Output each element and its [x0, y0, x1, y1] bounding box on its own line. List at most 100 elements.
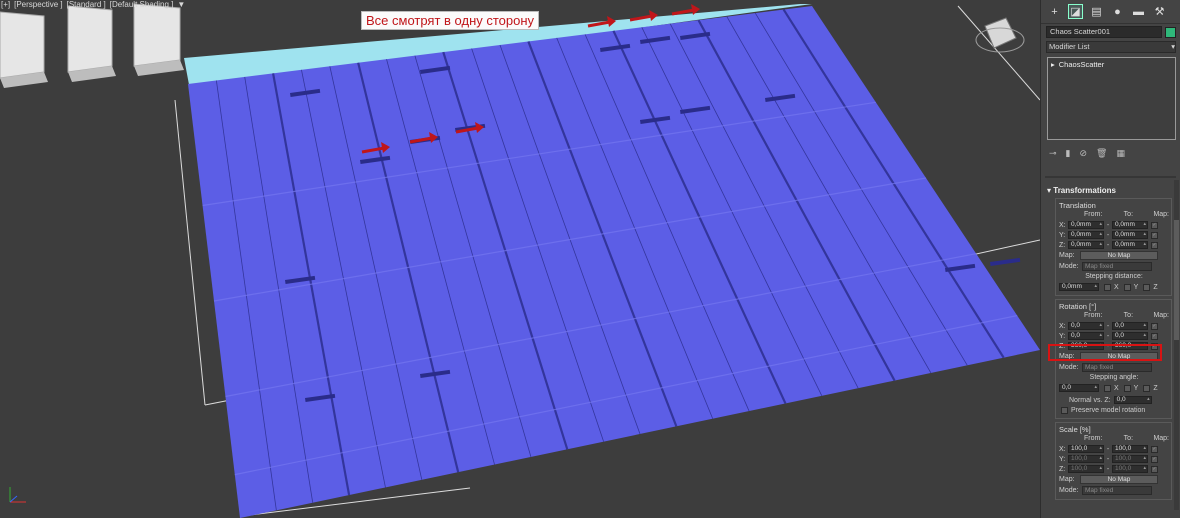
scale-row-x: X: 100,0 - 100,0 ✓: [1059, 444, 1169, 454]
rollout-title[interactable]: ▾ Transformations: [1047, 186, 1176, 195]
translation-row-y: Y: 0,0mm - 0,0mm ✓: [1059, 230, 1169, 240]
translation-x-to[interactable]: 0,0mm: [1112, 221, 1148, 229]
map-label: Map:: [1059, 353, 1075, 360]
annotation-text: Все смотрят в одну сторону: [361, 11, 540, 30]
viewport-view-menu[interactable]: [Perspective ]: [13, 0, 63, 12]
pin-stack-icon[interactable]: ⊸: [1049, 148, 1057, 159]
step-x-label: X: [1114, 283, 1119, 291]
rotation-x-map-checkbox[interactable]: ✓: [1151, 322, 1158, 330]
scale-mode-dropdown[interactable]: Map fixed: [1082, 486, 1152, 495]
translation-y-from[interactable]: 0,0mm: [1068, 231, 1104, 239]
angle-z-checkbox[interactable]: [1143, 384, 1151, 392]
map-header: Map:: [1153, 312, 1169, 319]
rotation-z-to[interactable]: 360,0: [1112, 342, 1148, 350]
translation-x-map-checkbox[interactable]: ✓: [1151, 221, 1158, 229]
stack-toolbar: ⊸ ▮ ⊘ 🗑 ▦: [1049, 146, 1180, 160]
step-y-checkbox[interactable]: [1123, 283, 1131, 291]
object-color-swatch[interactable]: [1165, 26, 1176, 38]
translation-mode-row: Mode: Map fixed: [1059, 261, 1169, 272]
utilities-icon[interactable]: ⚒: [1152, 4, 1167, 19]
step-z-checkbox[interactable]: [1143, 283, 1151, 291]
rotation-y-from[interactable]: 0,0: [1068, 332, 1104, 340]
scale-y-map-checkbox[interactable]: ✓: [1151, 455, 1158, 463]
rotation-y-map-checkbox[interactable]: ✓: [1151, 332, 1158, 340]
translation-z-from[interactable]: 0,0mm: [1068, 241, 1104, 249]
rotation-map-button[interactable]: No Map: [1080, 352, 1158, 361]
perspective-viewport[interactable]: [+] [Perspective ] [Standard ] [Default …: [0, 0, 1040, 518]
angle-x-checkbox[interactable]: [1104, 384, 1111, 392]
rotation-z-map-checkbox[interactable]: ✓: [1151, 342, 1158, 350]
translation-y-map-checkbox[interactable]: ✓: [1151, 231, 1158, 239]
to-header: To:: [1123, 435, 1134, 442]
translation-z-map-checkbox[interactable]: ✓: [1151, 241, 1158, 249]
scale-z-to[interactable]: 100,0: [1112, 465, 1148, 473]
configure-sets-icon[interactable]: ▦: [1116, 148, 1125, 159]
translation-x-from[interactable]: 0,0mm: [1068, 221, 1104, 229]
object-name-field[interactable]: Chaos Scatter001: [1046, 26, 1162, 38]
axis-label: Z:: [1059, 241, 1066, 249]
rotation-y-to[interactable]: 0,0: [1112, 332, 1148, 340]
filter-icon[interactable]: ▼: [176, 0, 186, 12]
modifier-list-dropdown[interactable]: Modifier List ▾: [1046, 41, 1176, 53]
viewport-plus-menu[interactable]: [+]: [0, 0, 11, 12]
plus-icon[interactable]: +: [1047, 4, 1062, 19]
scene-canvas[interactable]: [0, 0, 1040, 518]
dash: -: [1106, 342, 1110, 350]
stepping-angle-spinner[interactable]: 0,0: [1059, 384, 1099, 392]
show-end-result-icon[interactable]: ▮: [1066, 148, 1071, 159]
motion-icon[interactable]: ●: [1110, 4, 1125, 19]
rollout-label: Transformations: [1053, 186, 1116, 195]
rotation-x-to[interactable]: 0,0: [1112, 322, 1148, 330]
translation-mode-dropdown[interactable]: Map fixed: [1082, 262, 1152, 271]
stepping-distance-row: 0,0mm X Y Z: [1059, 282, 1169, 292]
preserve-rotation-checkbox[interactable]: [1061, 406, 1068, 414]
step-x-checkbox[interactable]: [1104, 283, 1111, 291]
translation-map-button[interactable]: No Map: [1080, 251, 1158, 260]
scale-y-from[interactable]: 100,0: [1068, 455, 1104, 463]
scrollbar-thumb[interactable]: [1174, 220, 1179, 340]
box-object: [0, 11, 45, 79]
scale-y-to[interactable]: 100,0: [1112, 455, 1148, 463]
hierarchy-icon[interactable]: ▤: [1089, 4, 1104, 19]
rotation-z-from[interactable]: 360,0: [1068, 342, 1104, 350]
scale-z-from[interactable]: 100,0: [1068, 465, 1104, 473]
angle-y-checkbox[interactable]: [1123, 384, 1131, 392]
display-icon[interactable]: ▬: [1131, 4, 1146, 19]
make-unique-icon[interactable]: ⊘: [1080, 148, 1088, 159]
object-name-row: Chaos Scatter001: [1046, 26, 1176, 38]
scale-header: From: To: Map:: [1059, 435, 1169, 444]
map-header: Map:: [1153, 435, 1169, 442]
normal-vs-z-spinner[interactable]: 0,0: [1113, 396, 1152, 404]
axis-label: Y:: [1059, 231, 1066, 239]
translation-row-x: X: 0,0mm - 0,0mm ✓: [1059, 220, 1169, 230]
scale-z-map-checkbox[interactable]: ✓: [1151, 465, 1158, 473]
rotation-mode-dropdown[interactable]: Map fixed: [1082, 363, 1152, 372]
panel-scrollbar[interactable]: [1174, 180, 1179, 510]
command-panel: + ◪ ▤ ● ▬ ⚒ Chaos Scatter001 Modifier Li…: [1040, 0, 1180, 518]
translation-y-to[interactable]: 0,0mm: [1112, 231, 1148, 239]
viewport-shading-menu[interactable]: [Default Shading ]: [109, 0, 175, 12]
axis-label: Y:: [1059, 455, 1066, 463]
map-header: Map:: [1153, 211, 1169, 218]
remove-modifier-icon[interactable]: 🗑: [1096, 148, 1107, 159]
angle-x-label: X: [1114, 384, 1119, 392]
red-arrow: [671, 8, 695, 16]
to-header: To:: [1123, 211, 1134, 218]
expand-icon[interactable]: ▸: [1051, 60, 1055, 69]
box-object: [67, 5, 113, 73]
modify-icon[interactable]: ◪: [1068, 4, 1083, 19]
stepping-distance-spinner[interactable]: 0,0mm: [1059, 283, 1099, 291]
scale-x-from[interactable]: 100,0: [1068, 445, 1104, 453]
rotation-x-from[interactable]: 0,0: [1068, 322, 1104, 330]
scale-map-button[interactable]: No Map: [1080, 475, 1158, 484]
scale-x-map-checkbox[interactable]: ✓: [1151, 445, 1158, 453]
chevron-down-icon: ▾: [1171, 42, 1175, 51]
scale-x-to[interactable]: 100,0: [1112, 445, 1148, 453]
dash: -: [1106, 241, 1110, 249]
normal-vs-z-row: Normal vs. Z: 0,0: [1059, 395, 1169, 405]
divider: [1045, 176, 1176, 178]
viewport-standard-menu[interactable]: [Standard ]: [66, 0, 107, 12]
translation-group: Translation From: To: Map: X: 0,0mm - 0,…: [1055, 198, 1172, 296]
stack-item-chaosscatter[interactable]: ▸ ChaosScatter: [1048, 58, 1175, 71]
translation-z-to[interactable]: 0,0mm: [1112, 241, 1148, 249]
